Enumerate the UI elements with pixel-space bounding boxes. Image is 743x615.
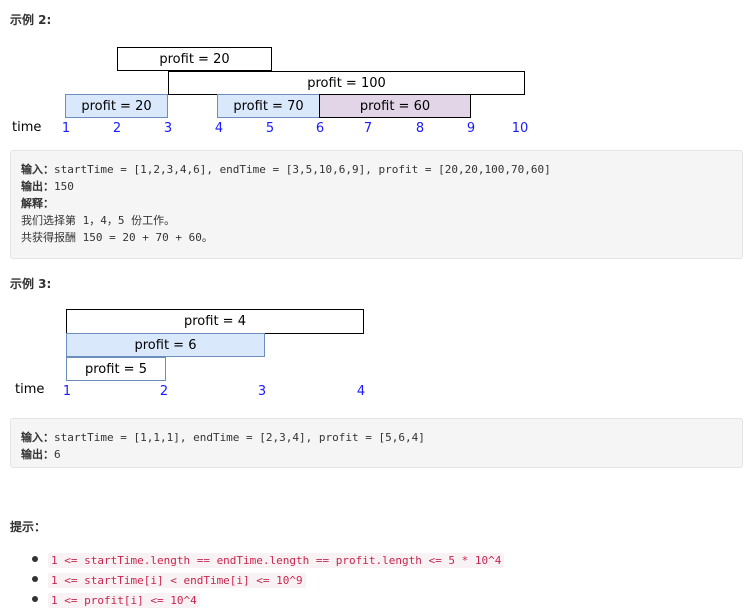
time-tick: 1: [61, 121, 71, 136]
time-tick: 2: [159, 384, 169, 399]
hint-code: 1 <= startTime[i] < endTime[i] <= 10^9: [48, 573, 306, 588]
job-bar: profit = 6: [66, 333, 265, 357]
input-key: 输入：: [21, 163, 54, 176]
time-tick: 4: [214, 121, 224, 136]
time-tick: 5: [265, 121, 275, 136]
time-tick: 6: [315, 121, 325, 136]
time-tick: 7: [363, 121, 373, 136]
job-bar: profit = 5: [66, 357, 166, 381]
bullet-icon: [32, 556, 38, 562]
list-item: 1 <= startTime.length == endTime.length …: [28, 549, 505, 569]
bullet-icon: [32, 596, 38, 602]
list-item: 1 <= profit[i] <= 10^4: [28, 589, 504, 609]
output-key: 输出：: [21, 448, 54, 461]
hint-code: 1 <= startTime.length == endTime.length …: [48, 553, 505, 568]
hint-code: 1 <= profit[i] <= 10^4: [48, 593, 200, 608]
hints-list: 1 <= startTime.length == endTime.length …: [28, 549, 505, 609]
example-3-code-block: 输入：startTime = [1,1,1], endTime = [2,3,4…: [10, 418, 743, 468]
input-key: 输入：: [21, 431, 54, 444]
example-2-heading: 示例 2:: [10, 13, 52, 27]
time-tick: 2: [112, 121, 122, 136]
explain-line: 我们选择第 1，4，5 份工作。: [21, 214, 176, 227]
bullet-icon: [32, 576, 38, 582]
time-axis-label: time: [15, 382, 45, 397]
explain-key: 解释：: [21, 197, 54, 210]
time-tick: 3: [163, 121, 173, 136]
time-tick: 9: [466, 121, 476, 136]
job-bar: profit = 60: [319, 94, 471, 118]
hints-heading: 提示：: [10, 520, 47, 534]
job-bar: profit = 70: [217, 94, 320, 118]
list-item: 1 <= startTime[i] < endTime[i] <= 10^9: [28, 569, 504, 589]
time-tick: 1: [62, 384, 72, 399]
job-bar: profit = 4: [66, 309, 364, 334]
input-value: startTime = [1,1,1], endTime = [2,3,4], …: [54, 431, 425, 444]
output-value: 150: [54, 180, 74, 193]
job-bar: profit = 20: [65, 94, 168, 118]
example-3-heading: 示例 3:: [10, 277, 52, 291]
explain-line: 共获得报酬 150 = 20 + 70 + 60。: [21, 231, 213, 244]
output-value: 6: [54, 448, 61, 461]
input-value: startTime = [1,2,3,4,6], endTime = [3,5,…: [54, 163, 551, 176]
job-bar: profit = 20: [117, 47, 272, 71]
example-2-code-block: 输入：startTime = [1,2,3,4,6], endTime = [3…: [10, 150, 743, 259]
time-tick: 8: [415, 121, 425, 136]
output-key: 输出：: [21, 180, 54, 193]
job-bar: profit = 100: [168, 71, 525, 95]
time-tick: 3: [257, 384, 267, 399]
time-axis-label: time: [12, 120, 42, 135]
time-tick: 10: [511, 121, 529, 136]
time-tick: 4: [356, 384, 366, 399]
